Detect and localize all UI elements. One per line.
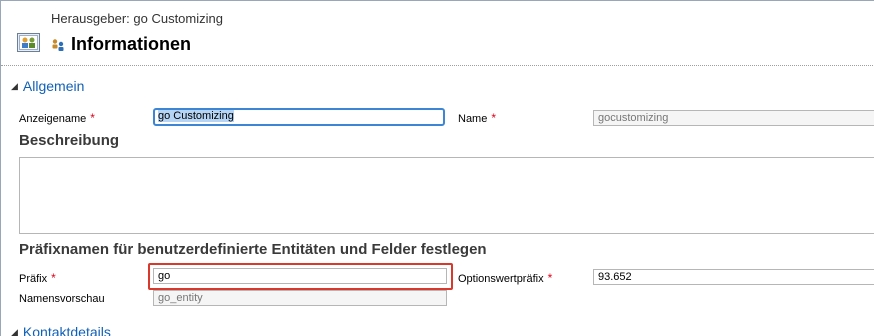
- name-field: gocustomizing: [593, 110, 874, 126]
- section-toggle-general[interactable]: ◢ Allgemein: [11, 78, 84, 94]
- preview-value: go_entity: [158, 292, 203, 304]
- display-name-label-text: Anzeigename: [19, 113, 87, 125]
- publisher-entity-icon: [17, 33, 40, 52]
- triangle-down-icon: ◢: [11, 81, 18, 91]
- prefix-label: Präfix *: [19, 271, 56, 285]
- required-marker: *: [491, 111, 497, 125]
- option-prefix-value: 93.652: [598, 271, 632, 283]
- preview-label: Namensvorschau: [19, 293, 105, 305]
- triangle-down-icon: ◢: [11, 327, 18, 336]
- option-prefix-label-text: Optionswertpräfix: [458, 273, 544, 285]
- page-title: Informationen: [71, 34, 191, 54]
- header-divider: [1, 65, 874, 66]
- display-name-value: go Customizing: [158, 110, 234, 122]
- option-prefix-label: Optionswertpräfix *: [458, 271, 552, 285]
- section-label-contact: Kontaktdetails: [22, 324, 111, 336]
- display-name-label: Anzeigename *: [19, 111, 95, 125]
- option-prefix-field[interactable]: 93.652: [593, 269, 874, 285]
- section-toggle-contact[interactable]: ◢ Kontaktdetails: [11, 324, 111, 336]
- preview-field: go_entity: [153, 290, 447, 306]
- name-label: Name *: [458, 111, 496, 125]
- users-icon: [52, 39, 64, 51]
- required-marker: *: [51, 271, 56, 285]
- description-textarea[interactable]: [19, 157, 874, 234]
- form-header: Herausgeber: go Customizing Informatione…: [1, 1, 874, 63]
- publisher-form-window: Herausgeber: go Customizing Informatione…: [0, 0, 874, 336]
- prefix-highlight-box: [148, 263, 453, 290]
- required-marker: *: [90, 111, 95, 125]
- required-marker: *: [547, 271, 553, 285]
- name-label-text: Name: [458, 113, 488, 125]
- publisher-subtitle: Herausgeber: go Customizing: [51, 11, 223, 26]
- section-label-general: Allgemein: [22, 78, 85, 94]
- name-value: gocustomizing: [598, 112, 669, 124]
- prefix-label-text: Präfix: [19, 273, 48, 285]
- description-heading: Beschreibung: [19, 132, 120, 149]
- display-name-field[interactable]: go Customizing: [153, 108, 445, 126]
- prefix-heading: Präfixnamen für benutzerdefinierte Entit…: [19, 241, 487, 258]
